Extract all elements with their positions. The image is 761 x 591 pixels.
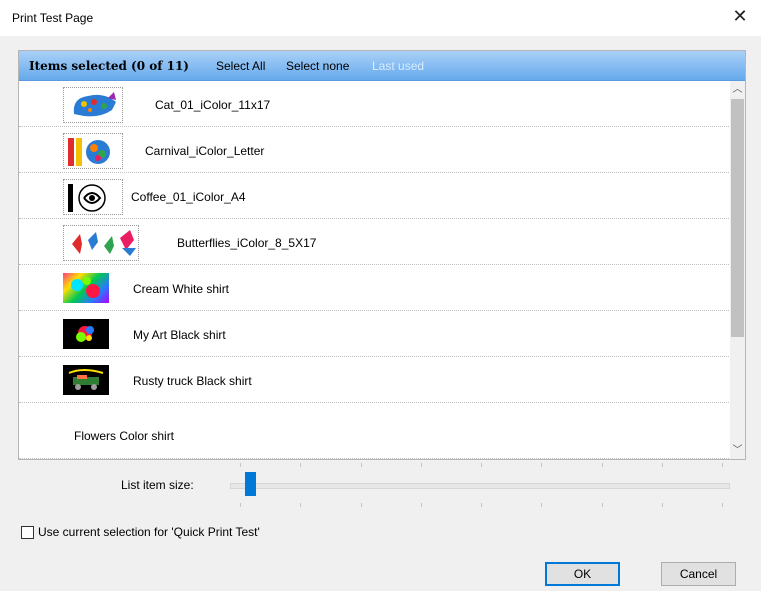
scroll-down-icon[interactable]: ﹀	[730, 442, 745, 459]
list-item[interactable]: Butterflies_iColor_8_5X17	[19, 219, 731, 265]
slider-tick	[722, 463, 723, 467]
item-label: My Art Black shirt	[133, 328, 226, 342]
carnival-thumbnail	[63, 133, 123, 169]
slider-tick	[662, 463, 663, 467]
scroll-up-icon[interactable]: ︿	[730, 81, 745, 98]
list-item[interactable]: Carnival_iColor_Letter	[19, 127, 731, 173]
slider-tick	[361, 503, 362, 507]
items-selected-count: Items selected (0 of 11)	[29, 59, 189, 73]
item-label: Flowers Color shirt	[74, 429, 175, 443]
art-black-thumbnail	[63, 319, 109, 349]
list-item-size-label: List item size:	[121, 478, 194, 492]
item-label: Cream White shirt	[133, 282, 230, 296]
slider-tick	[541, 463, 542, 467]
item-label: Coffee_01_iColor_A4	[131, 190, 246, 204]
slider-tick	[602, 503, 603, 507]
cream-shirt-thumbnail	[63, 273, 109, 303]
slider-track[interactable]	[230, 483, 730, 489]
slider-thumb[interactable]	[245, 472, 256, 496]
truck-black-thumbnail	[63, 365, 109, 395]
item-list-panel: Items selected (0 of 11) Select All Sele…	[18, 50, 746, 460]
item-label: Rusty truck Black shirt	[133, 374, 252, 388]
item-label: Cat_01_iColor_11x17	[155, 98, 271, 112]
quick-print-checkbox[interactable]	[21, 526, 34, 539]
item-list[interactable]: Cat_01_iColor_11x17 Carnival_iColor_Lett…	[19, 81, 731, 459]
slider-tick	[240, 503, 241, 507]
list-item[interactable]: Flowers Color shirt	[19, 403, 731, 459]
scrollbar-thumb[interactable]	[731, 99, 744, 337]
coffee-thumbnail	[63, 179, 123, 215]
list-item[interactable]: Cat_01_iColor_11x17	[19, 81, 731, 127]
cancel-button[interactable]: Cancel	[661, 562, 736, 586]
select-none-link[interactable]: Select none	[286, 59, 349, 73]
slider-tick	[722, 503, 723, 507]
slider-tick	[662, 503, 663, 507]
slider-tick	[541, 503, 542, 507]
slider-tick	[421, 503, 422, 507]
list-item[interactable]: My Art Black shirt	[19, 311, 731, 357]
slider-tick	[602, 463, 603, 467]
ok-button[interactable]: OK	[545, 562, 620, 586]
last-used-link[interactable]: Last used	[372, 59, 424, 73]
slider-tick	[481, 503, 482, 507]
item-label: Butterflies_iColor_8_5X17	[177, 236, 317, 250]
list-item[interactable]: Rusty truck Black shirt	[19, 357, 731, 403]
vertical-scrollbar[interactable]: ︿ ﹀	[730, 81, 745, 459]
cat-thumbnail	[63, 87, 123, 123]
slider-tick	[240, 463, 241, 467]
list-item[interactable]: Coffee_01_iColor_A4	[19, 173, 731, 219]
slider-tick	[361, 463, 362, 467]
slider-tick	[300, 503, 301, 507]
window-title: Print Test Page	[12, 11, 94, 25]
list-item[interactable]: Cream White shirt	[19, 265, 731, 311]
list-header: Items selected (0 of 11) Select All Sele…	[19, 51, 745, 81]
slider-tick	[481, 463, 482, 467]
slider-tick	[300, 463, 301, 467]
select-all-link[interactable]: Select All	[216, 59, 265, 73]
butterflies-thumbnail	[63, 225, 139, 261]
title-bar: Print Test Page ✕	[0, 0, 761, 36]
item-label: Carnival_iColor_Letter	[145, 144, 265, 158]
close-icon[interactable]: ✕	[729, 5, 751, 27]
slider-tick	[421, 463, 422, 467]
quick-print-label: Use current selection for 'Quick Print T…	[38, 525, 260, 539]
